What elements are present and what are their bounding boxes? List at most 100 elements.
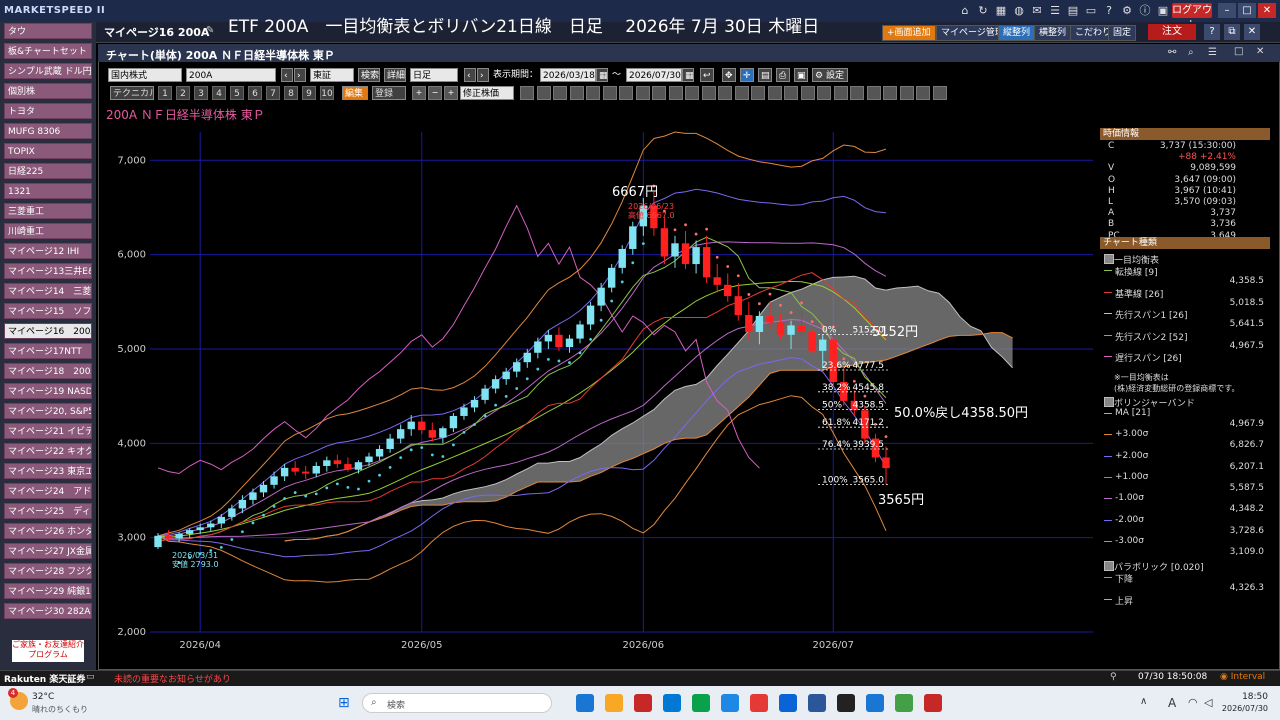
outlook-app-icon[interactable] — [663, 694, 681, 712]
calendar-from-icon[interactable]: ▦ — [596, 68, 608, 82]
wifi-icon[interactable]: ◠ — [1188, 696, 1198, 709]
minimize-button[interactable]: – — [1218, 3, 1236, 18]
sidebar-item[interactable]: マイページ12 IHI — [4, 243, 92, 259]
tile-vertical-button[interactable]: 縦整列 — [998, 25, 1036, 41]
undo-icon[interactable]: ↩ — [700, 68, 714, 82]
technical-tab-9[interactable]: 9 — [302, 86, 316, 100]
tray-chevron-icon[interactable]: ∧ — [1140, 696, 1147, 707]
search-icon[interactable]: ⌕ — [1188, 47, 1194, 58]
exchange-select[interactable]: 東証 — [310, 68, 354, 82]
sidebar-item[interactable]: マイページ29 純銀150 — [4, 583, 92, 599]
prev-code-button[interactable]: ‹ — [281, 68, 293, 82]
rect-tool-icon[interactable] — [734, 86, 749, 100]
chart-close-icon[interactable]: ✕ — [1256, 46, 1264, 57]
edge-app-icon[interactable] — [692, 694, 710, 712]
sidebar-item[interactable]: タウ — [4, 23, 92, 39]
code-select[interactable]: 200A — [186, 68, 276, 82]
next-code-button[interactable]: › — [294, 68, 306, 82]
list-icon[interactable]: ☰ — [1048, 4, 1062, 18]
stock-app-icon[interactable] — [634, 694, 652, 712]
crosshair-tool-icon[interactable]: + — [444, 86, 458, 100]
taskbar-search-box[interactable]: ⌕ 検索 — [362, 693, 552, 713]
chrome2-app-icon[interactable] — [895, 694, 913, 712]
sidebar-item[interactable]: マイページ28 フジクラ — [4, 563, 92, 579]
zoom-out-icon[interactable]: − — [428, 86, 442, 100]
sidebar-item[interactable]: マイページ25 ディスコ — [4, 503, 92, 519]
link-icon[interactable]: ⚯ — [1168, 47, 1176, 58]
stamp-tool-icon[interactable] — [850, 86, 864, 100]
fib-tool-icon[interactable] — [569, 86, 584, 100]
paint-tool-icon[interactable] — [899, 86, 914, 100]
add-screen-button[interactable]: +画面追加 — [882, 25, 936, 41]
technical-tab-8[interactable]: 8 — [284, 86, 298, 100]
market-select[interactable]: 国内株式 — [108, 68, 182, 82]
brush-tool-icon[interactable] — [916, 86, 930, 100]
chart-restore-icon[interactable]: □ — [1234, 46, 1243, 57]
fan-tool-icon[interactable] — [619, 86, 633, 100]
text-tool-icon[interactable] — [767, 86, 782, 100]
technical-tab-7[interactable]: 7 — [266, 86, 280, 100]
magnet-tool-icon[interactable] — [800, 86, 815, 100]
menu-icon[interactable]: ☰ — [1208, 47, 1217, 58]
layers-tool-icon[interactable] — [817, 86, 831, 100]
sidebar-item[interactable]: TOPIX — [4, 143, 92, 159]
camera-tool-icon[interactable] — [833, 86, 848, 100]
calendar-to-icon[interactable]: ▦ — [682, 68, 694, 82]
sidebar-item[interactable]: 個別株 — [4, 83, 92, 99]
word-app-icon[interactable] — [808, 694, 826, 712]
sidebar-item[interactable]: マイページ18 200A — [4, 363, 92, 379]
globe-icon[interactable]: ◍ — [1012, 4, 1026, 18]
crosshair-icon[interactable]: ✛ — [740, 68, 754, 82]
line-tool-icon[interactable] — [520, 86, 534, 100]
technical-tab-1[interactable]: 1 — [158, 86, 172, 100]
refresh-icon[interactable]: ↻ — [976, 4, 990, 18]
pentagon-tool-icon[interactable] — [701, 86, 716, 100]
sidebar-item[interactable]: マイページ26 ホンダ — [4, 523, 92, 539]
pen-tool-icon[interactable] — [536, 86, 551, 100]
eraser-tool-icon[interactable] — [866, 86, 881, 100]
lock-tool-icon[interactable] — [883, 86, 897, 100]
technical-tab-6[interactable]: 6 — [248, 86, 262, 100]
trash-tool-icon[interactable] — [784, 86, 798, 100]
logout-button[interactable]: ログアウト — [1172, 3, 1212, 31]
sidebar-item[interactable]: 日経225 — [4, 163, 92, 179]
wave-tool-icon[interactable] — [668, 86, 683, 100]
user-icon[interactable]: ⚲ — [1110, 672, 1117, 682]
technical-tab-10[interactable]: 10 — [320, 86, 334, 100]
sidebar-item[interactable]: MUFG 8306 — [4, 123, 92, 139]
sidebar-item[interactable]: トヨタ — [4, 103, 92, 119]
sidebar-item[interactable]: マイページ13三井E&S — [4, 263, 92, 279]
notice-text[interactable]: 未読の重要なお知らせがあり — [114, 672, 231, 685]
sidebar-item[interactable]: マイページ30 282A — [4, 603, 92, 619]
edit-button[interactable]: 編集 — [342, 86, 368, 100]
prev-period-button[interactable]: ‹ — [464, 68, 476, 82]
chrome-app-icon[interactable] — [779, 694, 797, 712]
fix-button[interactable]: 固定 — [1108, 25, 1137, 41]
sidebar-item[interactable]: マイページ27 JX金属 — [4, 543, 92, 559]
candlestick-chart[interactable]: 7,000 6,000 5,000 4,000 3,000 2,000 2026/04 202… — [98, 122, 1098, 662]
monitor-icon[interactable]: ▭ — [1084, 4, 1098, 18]
print-icon[interactable]: ⎙ — [776, 68, 790, 82]
grid-icon[interactable]: ▦ — [994, 4, 1008, 18]
notice-icon[interactable]: ▭ — [86, 672, 95, 682]
sidebar-item[interactable]: マイページ17NTT — [4, 343, 92, 359]
bars-tool-icon[interactable] — [652, 86, 666, 100]
technical-tab-2[interactable]: 2 — [176, 86, 190, 100]
period-select[interactable]: 日足 — [410, 68, 458, 82]
adjust-price-select[interactable]: 修正株価 — [460, 86, 514, 100]
technical-button[interactable]: テクニカル — [110, 86, 154, 100]
gear-tool-icon[interactable] — [932, 86, 947, 100]
sidebar-item[interactable]: シンプル武蔵 ドル円Bid — [4, 63, 92, 79]
ime-indicator[interactable]: A — [1168, 696, 1176, 710]
lock-icon[interactable]: ▣ — [1156, 4, 1170, 18]
technical-tab-4[interactable]: 4 — [212, 86, 226, 100]
mcafee-app-icon[interactable] — [750, 694, 768, 712]
bollinger-section-collapse-icon[interactable] — [1104, 397, 1114, 407]
close-button[interactable]: ✕ — [1258, 3, 1276, 18]
gear-icon[interactable]: ⚙ — [1120, 4, 1134, 18]
sidebar-item[interactable]: マイページ19 NASDAQ — [4, 383, 92, 399]
hline-tool-icon[interactable] — [586, 86, 600, 100]
box-tool-icon[interactable] — [751, 86, 765, 100]
sidebar-item[interactable]: 板&チャートセット — [4, 43, 92, 59]
cursor-icon[interactable]: ✥ — [722, 68, 736, 82]
